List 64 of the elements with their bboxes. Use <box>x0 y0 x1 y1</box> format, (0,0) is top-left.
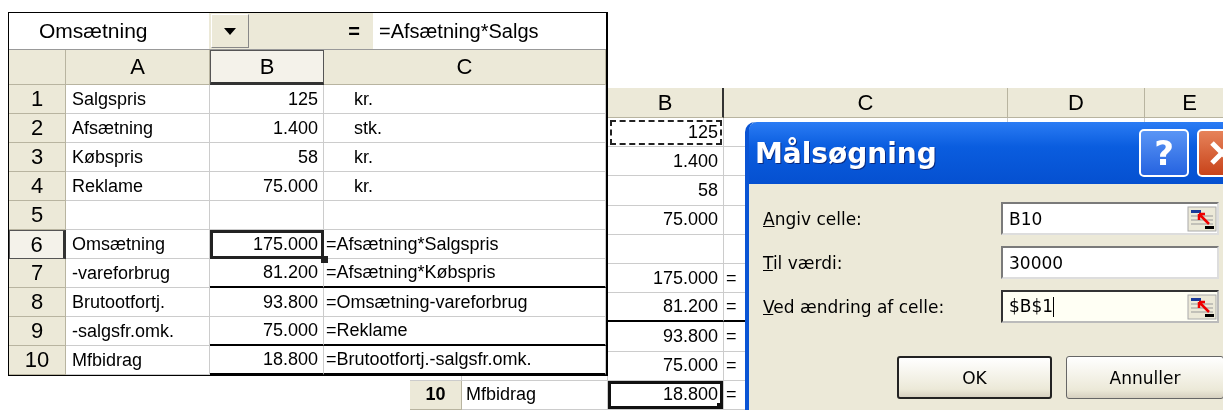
row-header[interactable]: 4 <box>9 172 66 201</box>
row-header[interactable]: 3 <box>9 143 66 172</box>
table-cell[interactable] <box>210 201 324 230</box>
help-button[interactable]: ? <box>1139 129 1189 177</box>
column-header[interactable]: B <box>210 50 324 85</box>
table-cell[interactable]: 81.200 <box>210 259 324 288</box>
table-cell: kr. <box>324 143 606 172</box>
input-field[interactable]: $B$1 <box>1001 290 1219 323</box>
table-cell: =Afsætning*Købspris <box>324 259 606 288</box>
table-cell: =Brutootfortj.-salgsfr.omk. <box>324 346 606 375</box>
formula-field[interactable]: =Afsætning*Salgs <box>373 13 606 49</box>
table-cell: =Omsætning-vareforbrug <box>324 288 606 317</box>
table-cell: =Reklame <box>324 317 606 346</box>
table-cell: Reklame <box>66 172 210 201</box>
table-cell: =Afsætning*Salgspris <box>324 230 606 259</box>
table-cell: kr. <box>324 85 606 114</box>
column-header[interactable]: D <box>1008 88 1145 118</box>
row-header[interactable]: 10 <box>410 380 462 410</box>
table-cell: Købspris <box>66 143 210 172</box>
table-cell: Omsætning <box>66 230 210 259</box>
column-header[interactable]: C <box>324 50 606 85</box>
row-header[interactable]: 6 <box>9 230 66 259</box>
table-cell[interactable]: 75.000 <box>210 172 324 201</box>
table-cell[interactable]: 93.800 <box>210 288 324 317</box>
row-header[interactable]: 2 <box>9 114 66 143</box>
row-header[interactable]: 10 <box>9 346 66 375</box>
table-cell: Mfbidrag <box>66 346 210 375</box>
dropdown-button[interactable] <box>211 14 249 48</box>
input-field[interactable]: 30000 <box>1001 246 1219 279</box>
field-label: Ved ændring af celle: <box>763 296 946 317</box>
dialog-button[interactable]: OK <box>897 356 1052 399</box>
caret-icon <box>224 27 236 35</box>
column-header[interactable]: E <box>1145 88 1223 118</box>
column-header[interactable]: A <box>66 50 210 85</box>
input-field[interactable]: B10 <box>1001 202 1219 235</box>
column-header[interactable]: B <box>608 88 724 118</box>
table-cell: Brutootfortj. <box>66 288 210 317</box>
name-box[interactable]: Omsætning <box>9 13 209 49</box>
table-cell: stk. <box>324 114 606 143</box>
row-header[interactable]: 5 <box>9 201 66 230</box>
field-label: Angiv celle: <box>763 208 863 229</box>
equals-button[interactable]: = <box>335 13 373 49</box>
table-cell[interactable]: 58 <box>210 143 324 172</box>
table-cell: kr. <box>324 172 606 201</box>
dialog-title: Målsøgning <box>755 136 938 170</box>
table-cell[interactable]: 18.800 <box>210 346 324 375</box>
table-cell: -vareforbrug <box>66 259 210 288</box>
row-header[interactable]: 8 <box>9 288 66 317</box>
cell-picker-icon[interactable] <box>1187 205 1217 232</box>
table-cell: Afsætning <box>66 114 210 143</box>
table-cell: Salgspris <box>66 85 210 114</box>
table-cell[interactable]: 1.400 <box>210 114 324 143</box>
column-header[interactable]: C <box>724 88 1008 118</box>
row-header[interactable]: 1 <box>9 85 66 114</box>
row-header[interactable]: 9 <box>9 317 66 346</box>
table-cell[interactable]: 125 <box>210 85 324 114</box>
table-cell[interactable]: 75.000 <box>210 317 324 346</box>
table-cell: Mfbidrag <box>462 380 608 410</box>
dialog-button[interactable]: Annuller <box>1066 356 1223 399</box>
cell-picker-icon[interactable] <box>1187 293 1217 320</box>
table-cell: -salgsfr.omk. <box>66 317 210 346</box>
table-cell[interactable]: 125 <box>608 118 724 148</box>
row-header[interactable]: 7 <box>9 259 66 288</box>
table-cell[interactable]: 18.800 <box>608 380 724 410</box>
